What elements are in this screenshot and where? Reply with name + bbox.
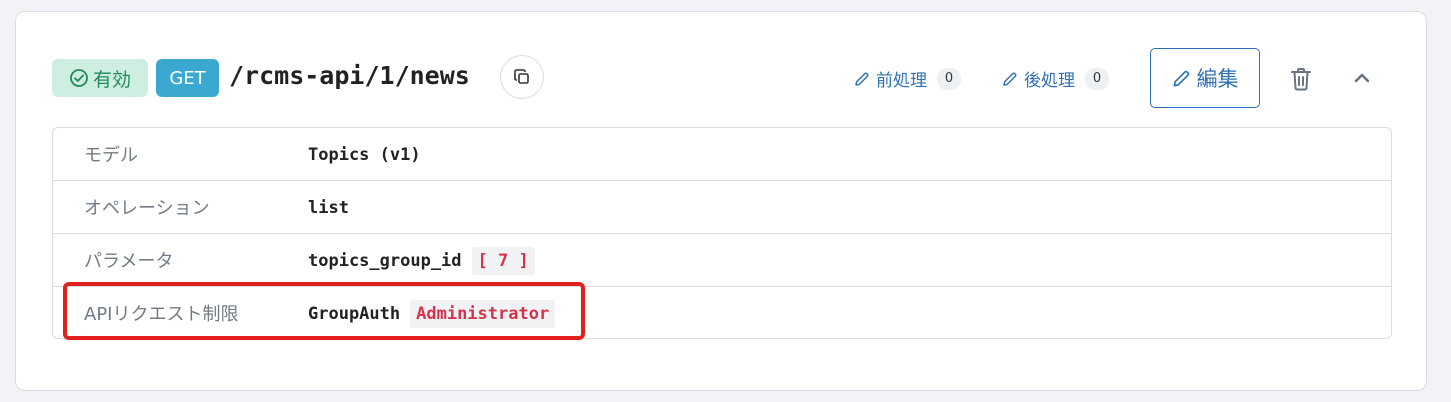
copy-path-button[interactable] (500, 55, 544, 99)
table-row-operation: オペレーション list (53, 181, 1391, 234)
edit-button[interactable]: 編集 (1150, 48, 1260, 108)
endpoint-header: 有効 GET /rcms-api/1/news 前処理 0 後処理 0 編集 (52, 48, 1451, 108)
table-row-model: モデル Topics (v1) (53, 128, 1391, 181)
row-label: パラメータ (84, 251, 174, 272)
restriction-value-chip: Administrator (410, 299, 556, 328)
trash-icon (1291, 68, 1311, 91)
table-row-restriction: APIリクエスト制限 GroupAuth Administrator (53, 287, 1391, 338)
row-value: list (308, 181, 349, 234)
pencil-icon (1173, 70, 1189, 86)
chevron-up-icon (1354, 73, 1370, 83)
copy-icon (514, 69, 529, 84)
row-label: モデル (84, 145, 138, 166)
postprocess-button[interactable]: 後処理 0 (1002, 66, 1109, 91)
preprocess-button[interactable]: 前処理 0 (854, 66, 961, 91)
postprocess-count: 0 (1085, 67, 1109, 90)
endpoint-path: /rcms-api/1/news (229, 61, 470, 90)
row-label: APIリクエスト制限 (84, 304, 239, 325)
status-badge-label: 有効 (92, 68, 131, 91)
edit-label: 編集 (1196, 67, 1239, 91)
check-circle-icon (70, 69, 88, 87)
pencil-icon (855, 72, 869, 86)
restriction-name: GroupAuth (308, 303, 401, 324)
operation-value: list (308, 197, 349, 218)
method-badge: GET (156, 59, 219, 97)
row-value: GroupAuth Administrator (308, 287, 556, 338)
delete-button[interactable] (1288, 65, 1314, 93)
param-value-chip: [ 7 ] (471, 246, 535, 275)
preprocess-label: 前処理 (876, 71, 927, 91)
model-value: Topics (v1) (308, 144, 421, 165)
status-badge: 有効 (52, 59, 148, 97)
table-row-parameters: パラメータ topics_group_id [ 7 ] (53, 234, 1391, 287)
row-label: オペレーション (84, 198, 210, 219)
postprocess-label: 後処理 (1024, 71, 1075, 91)
pencil-icon (1003, 72, 1017, 86)
row-value: topics_group_id [ 7 ] (308, 234, 535, 287)
preprocess-count: 0 (937, 67, 961, 90)
row-value: Topics (v1) (308, 128, 421, 181)
param-name: topics_group_id (308, 250, 462, 271)
endpoint-details-table: モデル Topics (v1) オペレーション list パラメータ topic… (52, 127, 1392, 339)
collapse-button[interactable] (1351, 67, 1373, 89)
